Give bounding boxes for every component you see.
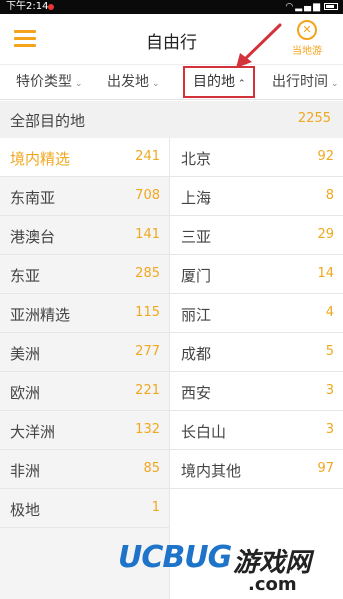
filter-label: 出行时间 — [272, 74, 328, 90]
chevron-down-icon: ⌄ — [331, 79, 339, 89]
watermark-logo: UCBUG 游戏网 .com — [118, 540, 343, 599]
city-name: 西安 — [181, 384, 212, 402]
region-name: 港澳台 — [10, 228, 56, 246]
city-item[interactable]: 境内其他 97 — [170, 450, 343, 489]
all-destinations-count: 2255 — [297, 111, 331, 126]
signal-icon: ▂▄▆ — [295, 2, 322, 12]
city-name: 境内其他 — [181, 462, 242, 480]
all-destinations-label: 全部目的地 — [10, 112, 86, 130]
region-list: 境内精选 241 东南亚 708 港澳台 141 东亚 285 亚洲精选 115 美洲 27… — [0, 138, 169, 599]
region-count: 115 — [135, 305, 160, 320]
region-count: 85 — [143, 461, 160, 476]
city-count: 3 — [325, 422, 334, 437]
top-bar: 自由行 ✕ 当地游 — [0, 14, 343, 64]
city-item[interactable]: 厦门 14 — [170, 255, 343, 294]
watermark-domain: .com — [248, 574, 297, 595]
region-count: 1 — [151, 500, 160, 515]
region-item[interactable]: 境内精选 241 — [0, 138, 169, 177]
region-name: 极地 — [10, 501, 41, 519]
city-item[interactable]: 三亚 29 — [170, 216, 343, 255]
city-count: 29 — [317, 227, 334, 242]
watermark-brand: UCBUG — [118, 540, 232, 575]
city-name: 厦门 — [181, 267, 212, 285]
region-item[interactable]: 亚洲精选 115 — [0, 294, 169, 333]
city-item[interactable]: 北京 92 — [170, 138, 343, 177]
wifi-icon: ◠ — [285, 2, 296, 12]
location-pin-icon: ✕ — [297, 20, 317, 40]
region-item[interactable]: 东南亚 708 — [0, 177, 169, 216]
chevron-down-icon: ⌄ — [152, 79, 160, 89]
region-item[interactable]: 非洲 85 — [0, 450, 169, 489]
chevron-down-icon: ⌄ — [75, 79, 83, 89]
city-item[interactable]: 上海 8 — [170, 177, 343, 216]
region-count: 141 — [135, 227, 160, 242]
region-count: 708 — [135, 188, 160, 203]
region-name: 欧洲 — [10, 384, 41, 402]
filter-bar: 特价类型 ⌄ 出发地 ⌄ 目的地 ⌃ 出行时间 ⌄ — [0, 64, 343, 100]
region-count: 221 — [135, 383, 160, 398]
region-count: 132 — [135, 422, 160, 437]
status-time: 下午2:14 — [6, 1, 49, 12]
region-name: 非洲 — [10, 462, 41, 480]
region-name: 美洲 — [10, 345, 41, 363]
city-name: 三亚 — [181, 228, 212, 246]
city-name: 上海 — [181, 189, 212, 207]
city-name: 长白山 — [181, 423, 227, 441]
local-tour-button[interactable]: ✕ 当地游 — [285, 18, 329, 60]
city-count: 97 — [317, 461, 334, 476]
status-bar: 下午2:14 ◠▂▄▆ — [0, 0, 343, 14]
region-item[interactable]: 东亚 285 — [0, 255, 169, 294]
city-item[interactable]: 丽江 4 — [170, 294, 343, 333]
region-name: 东南亚 — [10, 189, 56, 207]
city-count: 92 — [317, 149, 334, 164]
city-name: 成都 — [181, 345, 212, 363]
city-item[interactable]: 成都 5 — [170, 333, 343, 372]
local-tour-label: 当地游 — [292, 46, 322, 57]
city-item[interactable]: 长白山 3 — [170, 411, 343, 450]
city-name: 丽江 — [181, 306, 212, 324]
city-count: 3 — [325, 383, 334, 398]
status-icons: ◠▂▄▆ — [285, 0, 338, 14]
region-item[interactable]: 美洲 277 — [0, 333, 169, 372]
region-item[interactable]: 港澳台 141 — [0, 216, 169, 255]
city-count: 14 — [317, 266, 334, 281]
region-item[interactable]: 大洋洲 132 — [0, 411, 169, 450]
region-count: 241 — [135, 149, 160, 164]
battery-icon — [324, 3, 338, 10]
filter-departure[interactable]: 出发地 ⌄ — [107, 65, 160, 100]
city-count: 5 — [325, 344, 334, 359]
city-list: 北京 92 上海 8 三亚 29 厦门 14 丽江 4 成都 5 西安 3 长白山 3 境内其他… — [169, 138, 343, 599]
region-name: 亚洲精选 — [10, 306, 71, 324]
region-count: 285 — [135, 266, 160, 281]
region-name: 境内精选 — [10, 150, 71, 168]
region-name: 大洋洲 — [10, 423, 56, 441]
city-count: 8 — [325, 188, 334, 203]
region-item[interactable]: 极地 1 — [0, 489, 169, 528]
region-name: 东亚 — [10, 267, 41, 285]
city-name: 北京 — [181, 150, 212, 168]
city-count: 4 — [325, 305, 334, 320]
all-destinations-row[interactable]: 全部目的地 2255 — [0, 101, 343, 138]
annotation-arrow-icon — [236, 23, 282, 68]
city-item[interactable]: 西安 3 — [170, 372, 343, 411]
region-item[interactable]: 欧洲 221 — [0, 372, 169, 411]
filter-special-type[interactable]: 特价类型 ⌄ — [16, 65, 83, 100]
filter-label: 特价类型 — [16, 74, 72, 90]
notification-dot-icon — [48, 4, 54, 10]
region-count: 277 — [135, 344, 160, 359]
filter-label: 出发地 — [107, 74, 149, 90]
